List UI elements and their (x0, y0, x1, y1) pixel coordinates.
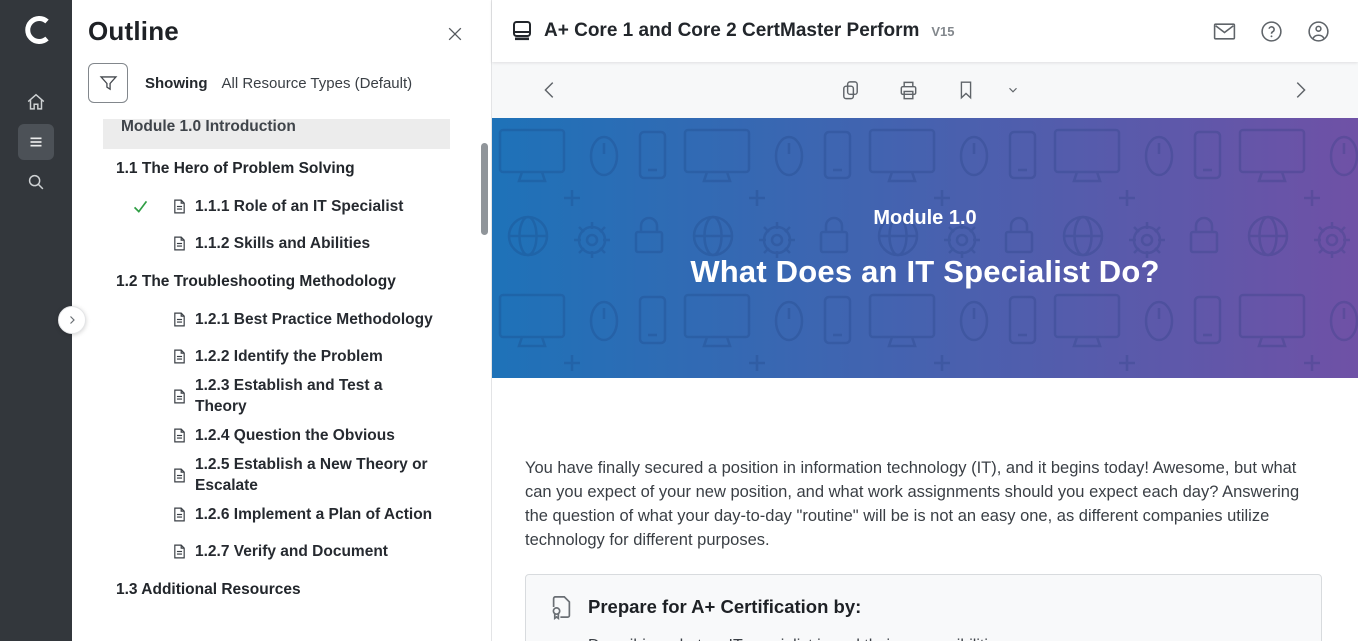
comptia-logo-icon (19, 11, 53, 49)
outline-item[interactable]: 1.2.6 Implement a Plan of Action (72, 496, 491, 533)
home-icon (25, 91, 47, 113)
outline-item-label: 1.2.7 Verify and Document (195, 541, 388, 562)
comptia-logo[interactable] (19, 10, 53, 50)
certification-callout: Prepare for A+ Certification by: Describ… (525, 574, 1322, 641)
copy-button[interactable] (836, 76, 864, 104)
account-button[interactable] (1304, 17, 1332, 45)
collapse-outline-button[interactable] (58, 306, 86, 334)
outline-item-label: 1.1.2 Skills and Abilities (195, 233, 370, 254)
outline-item[interactable]: 1.1.2 Skills and Abilities (72, 225, 491, 262)
contents-button[interactable] (18, 124, 54, 160)
help-icon (1259, 19, 1284, 44)
outline-item[interactable]: 1.2.7 Verify and Document (72, 533, 491, 570)
showing-label: Showing (145, 75, 208, 92)
course-header: A+ Core 1 and Core 2 CertMaster Perform … (492, 0, 1358, 62)
callout-title: Prepare for A+ Certification by: (588, 596, 861, 618)
outline-item[interactable]: 1.2 The Troubleshooting Methodology (72, 262, 491, 301)
bookmark-button[interactable] (952, 76, 980, 104)
close-outline-button[interactable] (443, 22, 467, 46)
outline-item-label: 1.2.5 Establish a New Theory or Escalate (195, 454, 435, 496)
lesson-paragraph: You have finally secured a position in i… (525, 456, 1322, 552)
next-page-button[interactable] (1286, 76, 1314, 104)
hero-banner: Module 1.0 What Does an IT Specialist Do… (492, 118, 1358, 378)
outline-list: Module 1.0 Introduction 1.1 The Hero of P… (72, 119, 491, 641)
app-window: Outline Showing All Resource Types (Defa… (0, 0, 1358, 641)
account-icon (1306, 19, 1331, 44)
lesson-title: What Does an IT Specialist Do? (690, 254, 1159, 290)
chevron-right-icon (1289, 79, 1311, 101)
outline-item-label: 1.2.4 Question the Obvious (195, 425, 395, 446)
document-icon (171, 506, 188, 523)
previous-page-button[interactable] (536, 76, 564, 104)
document-icon (171, 427, 188, 444)
document-icon (171, 235, 188, 252)
version-badge: V15 (931, 24, 954, 39)
document-icon (171, 311, 188, 328)
outline-item-label: 1.2.2 Identify the Problem (195, 346, 383, 367)
completed-check (132, 198, 171, 215)
outline-item[interactable]: 1.1 The Hero of Problem Solving (72, 149, 491, 188)
module-label: Module 1.0 (690, 207, 1159, 230)
outline-item[interactable]: 1.1.1 Role of an IT Specialist (72, 188, 491, 225)
help-button[interactable] (1257, 17, 1285, 45)
bookmark-menu-button[interactable] (999, 76, 1027, 104)
home-button[interactable] (18, 84, 54, 120)
contents-icon (25, 131, 47, 153)
copy-icon (839, 79, 862, 102)
main-area: A+ Core 1 and Core 2 CertMaster Perform … (492, 0, 1358, 641)
outline-item-label: 1.3 Additional Resources (116, 581, 301, 599)
callout-bullet: Describing what an IT specialist is and … (588, 635, 1297, 641)
search-icon (25, 171, 47, 193)
outline-item-label: Module 1.0 Introduction (121, 119, 296, 136)
outline-item-label: 1.1 The Hero of Problem Solving (116, 160, 355, 178)
bookmark-icon (955, 79, 977, 101)
document-icon (171, 198, 188, 215)
outline-item[interactable]: Module 1.0 Introduction (103, 119, 450, 149)
outline-item[interactable]: 1.2.5 Establish a New Theory or Escalate (72, 454, 491, 496)
toolbar (492, 62, 1358, 118)
print-icon (897, 79, 920, 102)
resource-filter-value[interactable]: All Resource Types (Default) (222, 75, 413, 92)
document-icon (171, 388, 188, 405)
course-title: A+ Core 1 and Core 2 CertMaster Perform (544, 20, 919, 42)
document-icon (171, 348, 188, 365)
outline-item-label: 1.2.1 Best Practice Methodology (195, 309, 433, 330)
outline-item[interactable]: 1.3 Additional Resources (72, 570, 491, 609)
chevron-left-icon (539, 79, 561, 101)
filter-icon (98, 73, 119, 94)
certificate-icon (548, 593, 575, 621)
filter-button[interactable] (88, 63, 128, 103)
outline-item[interactable]: 1.2.4 Question the Obvious (72, 417, 491, 454)
callout-bullet-list: Describing what an IT specialist is and … (588, 635, 1297, 641)
content-area: You have finally secured a position in i… (492, 378, 1358, 641)
outline-item[interactable]: 1.2.1 Best Practice Methodology (72, 301, 491, 338)
outline-panel: Outline Showing All Resource Types (Defa… (72, 0, 492, 641)
outline-item-label: 1.2.6 Implement a Plan of Action (195, 504, 432, 525)
document-icon (171, 543, 188, 560)
check-icon (132, 198, 149, 215)
outline-item[interactable]: 1.2.3 Establish and Test a Theory (72, 375, 491, 417)
outline-item-label: 1.2.3 Establish and Test a Theory (195, 375, 435, 417)
mail-icon (1212, 19, 1237, 44)
search-button[interactable] (18, 164, 54, 200)
close-icon (445, 24, 465, 44)
outline-scrollbar-thumb[interactable] (481, 143, 488, 235)
document-icon (171, 467, 188, 484)
chevron-down-icon (1006, 83, 1020, 97)
chevron-right-icon (66, 314, 78, 326)
outline-item-label: 1.2 The Troubleshooting Methodology (116, 273, 396, 291)
messages-button[interactable] (1210, 17, 1238, 45)
outline-item-label: 1.1.1 Role of an IT Specialist (195, 196, 403, 217)
outline-title: Outline (88, 16, 179, 47)
book-icon (510, 18, 534, 44)
print-button[interactable] (894, 76, 922, 104)
outline-item[interactable]: 1.2.2 Identify the Problem (72, 338, 491, 375)
